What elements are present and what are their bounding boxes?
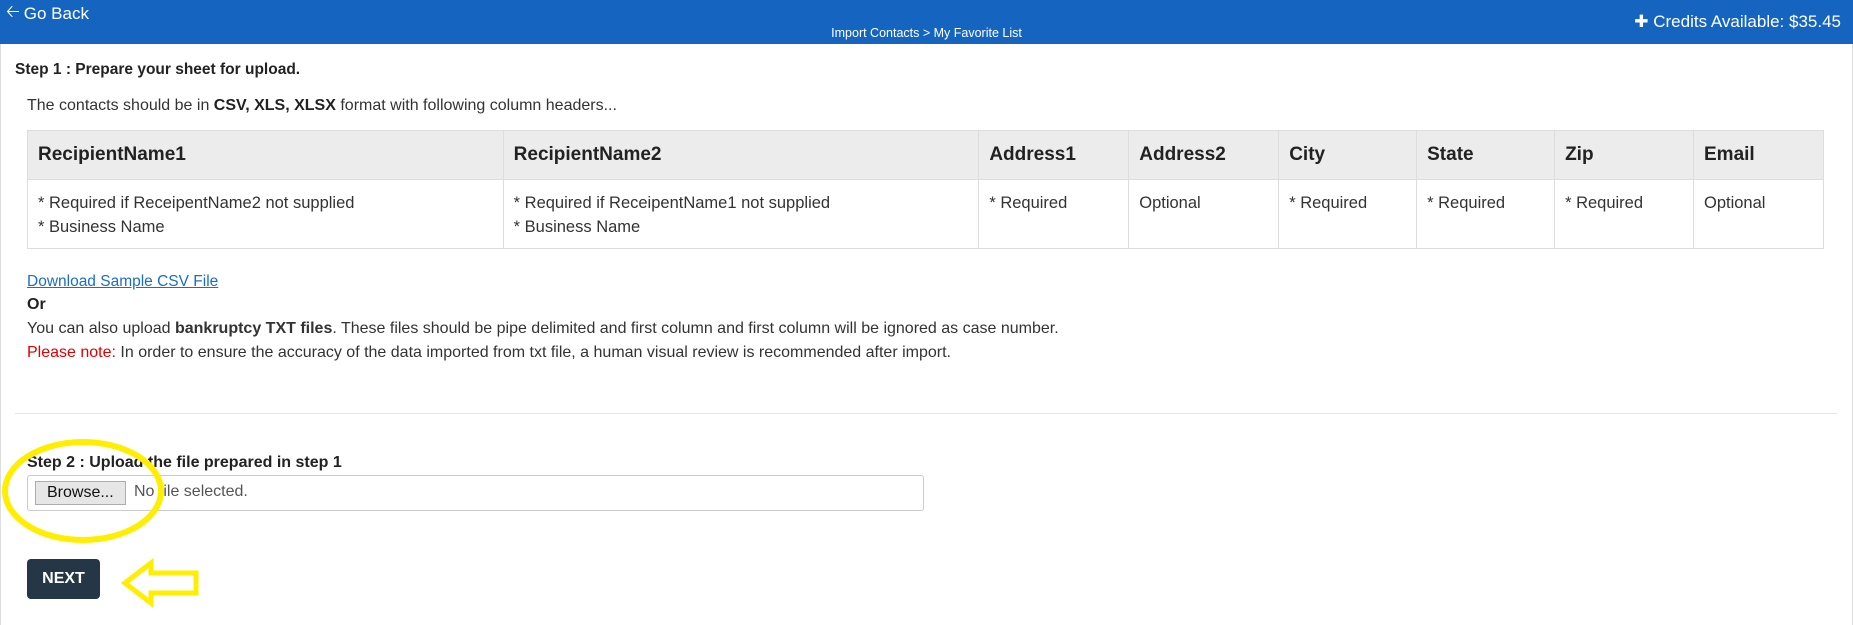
requirement-text: Optional	[1704, 194, 1766, 212]
table-cell: Optional	[1128, 179, 1280, 249]
requirement-text: * Required	[1427, 194, 1506, 212]
step1-title: Step 1 : Prepare your sheet for upload.	[15, 61, 301, 78]
file-upload-field[interactable]: Browse... No file selected.	[27, 475, 924, 511]
top-bar: 🡠 Go Back Import Contacts > My Favorite …	[0, 0, 1853, 44]
browse-button[interactable]: Browse...	[35, 481, 126, 505]
section-divider	[15, 413, 1837, 414]
txt-upload-info: You can also upload bankruptcy TXT files…	[27, 320, 1059, 338]
txt-bold: bankruptcy TXT files	[174, 320, 333, 337]
plus-icon: ✚	[1634, 12, 1649, 31]
intro-suffix: format with following column headers...	[335, 97, 617, 114]
breadcrumb: Import Contacts > My Favorite List	[831, 26, 1022, 40]
column-header: Address1	[978, 130, 1130, 180]
go-back-label: Go Back	[23, 3, 89, 23]
column-header: Address2	[1128, 130, 1280, 180]
format-intro: The contacts should be in CSV, XLS, XLSX…	[27, 97, 617, 115]
file-status: No file selected.	[134, 483, 248, 500]
download-sample-csv-link[interactable]: Download Sample CSV File	[27, 273, 218, 291]
table-cell: Optional	[1693, 179, 1824, 249]
intro-prefix: The contacts should be in	[27, 97, 214, 114]
requirement-text: * Required	[1289, 194, 1368, 212]
table-header-row: RecipientName1 RecipientName2 Address1 A…	[27, 130, 1824, 180]
step2-title: Step 2 : Upload the file prepared in ste…	[27, 454, 342, 471]
txt-suffix: . These files should be pipe delimited a…	[332, 320, 1059, 337]
credits-available[interactable]: ✚ Credits Available: $35.45	[1634, 12, 1841, 32]
column-header: RecipientName1	[27, 130, 504, 180]
note-text: In order to ensure the accuracy of the d…	[115, 344, 951, 361]
go-back-link[interactable]: 🡠 Go Back	[6, 0, 89, 28]
table-row: * Required if ReceipentName2 not supplie…	[27, 179, 1824, 249]
file-formats: CSV, XLS, XLSX	[213, 97, 336, 114]
requirement-text: * Required if ReceipentName2 not supplie…	[38, 194, 355, 212]
table-cell: * Required if ReceipentName1 not supplie…	[502, 179, 980, 249]
table-cell: * Required	[1416, 179, 1556, 249]
column-header: RecipientName2	[502, 130, 980, 180]
requirement-text: Optional	[1139, 194, 1201, 212]
column-header: State	[1416, 130, 1556, 180]
arrow-left-icon: 🡠	[6, 2, 20, 21]
note-label: Please note:	[27, 344, 116, 361]
requirement-text: * Required	[989, 194, 1068, 212]
table-cell: * Required	[1278, 179, 1418, 249]
column-header: Zip	[1554, 130, 1694, 180]
requirement-text: * Required if ReceipentName1 not supplie…	[513, 194, 831, 212]
table-cell: * Required if ReceipentName2 not supplie…	[27, 179, 504, 249]
requirement-text: * Required	[1565, 194, 1644, 212]
requirement-text: * Business Name	[38, 218, 165, 236]
or-label: Or	[27, 296, 46, 313]
column-header: Email	[1693, 130, 1824, 180]
txt-prefix: You can also upload	[27, 320, 175, 337]
requirement-text: * Business Name	[513, 218, 641, 236]
table-cell: * Required	[978, 179, 1130, 249]
credits-label: Credits Available: $35.45	[1653, 12, 1841, 31]
column-headers-table: RecipientName1 RecipientName2 Address1 A…	[27, 130, 1824, 249]
column-header: City	[1278, 130, 1418, 180]
table-cell: * Required	[1554, 179, 1694, 249]
next-button[interactable]: NEXT	[27, 559, 100, 599]
please-note: Please note: In order to ensure the accu…	[27, 344, 951, 362]
